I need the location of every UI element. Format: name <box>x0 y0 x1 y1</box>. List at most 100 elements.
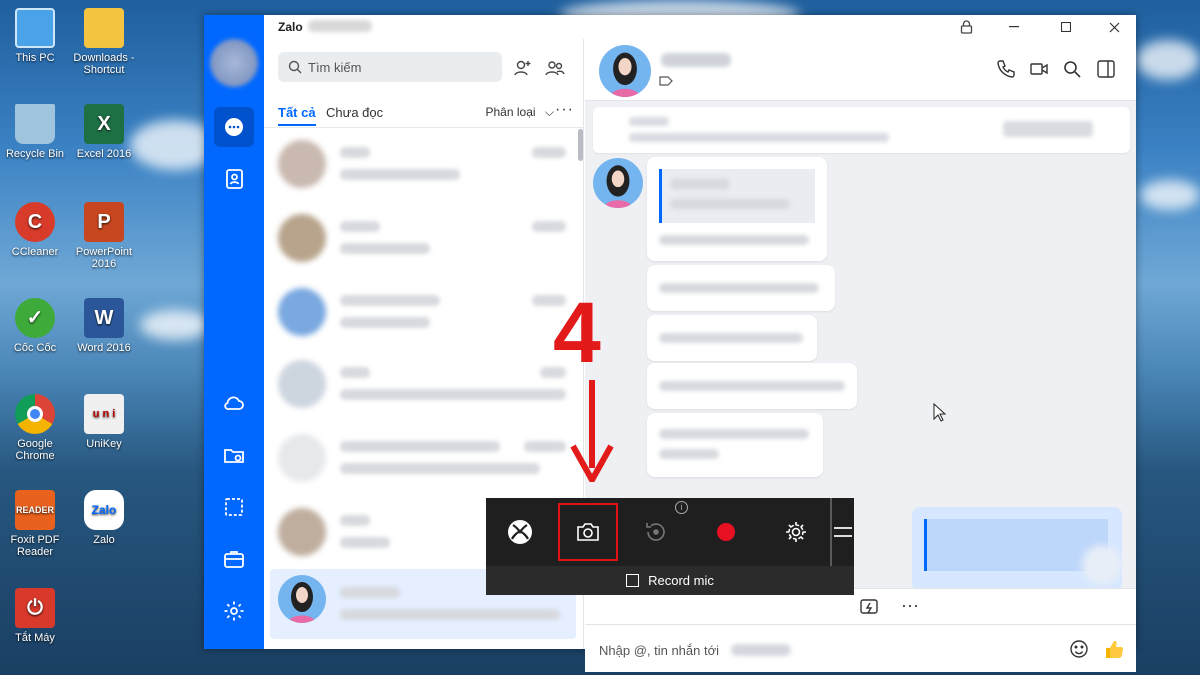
sender-avatar[interactable] <box>593 158 643 208</box>
conversation-item[interactable] <box>270 203 576 273</box>
avatar <box>278 575 326 623</box>
chevron-down-icon: ⌵ <box>544 105 554 119</box>
record-icon <box>717 523 735 541</box>
tab-unread[interactable]: Chưa đọc <box>326 105 383 120</box>
desktop-icon-label: Recycle Bin <box>5 148 65 160</box>
game-bar-capture-widget: i Record mic <box>486 498 854 595</box>
start-recording-button[interactable] <box>700 508 752 556</box>
recycle-bin-icon <box>15 104 55 144</box>
mouse-cursor-icon <box>933 403 947 422</box>
desktop-icon-label: Foxit PDF Reader <box>10 534 60 558</box>
desktop-icon-word[interactable]: W Word 2016 <box>71 298 137 354</box>
desktop-icon-powerpoint[interactable]: P PowerPoint 2016 <box>71 202 137 270</box>
emoji-icon[interactable] <box>1069 639 1089 659</box>
message-bubble[interactable] <box>647 265 835 311</box>
screenshot-button-highlight <box>558 503 618 561</box>
message-bubble[interactable] <box>647 363 857 409</box>
avatar <box>278 434 326 482</box>
account-name-blurred <box>308 20 372 32</box>
gear-icon <box>224 601 244 621</box>
desktop-icon-unikey[interactable]: u n i UniKey <box>71 394 137 450</box>
nav-messages[interactable] <box>214 107 254 147</box>
desktop-icon-downloads[interactable]: Downloads - Shortcut <box>71 8 137 76</box>
quoted-message <box>659 169 815 223</box>
search-input[interactable]: Tìm kiếm <box>278 52 502 82</box>
conversation-item[interactable] <box>270 423 576 493</box>
capture-icon <box>225 498 243 516</box>
desktop-icon-zalo[interactable]: Zalo Zalo <box>71 490 137 546</box>
thumbs-up-icon[interactable] <box>1103 638 1125 660</box>
desktop-icon-coccoc[interactable]: ✓ Cốc Cốc <box>2 298 68 354</box>
record-mic-option[interactable]: Record mic <box>486 566 854 595</box>
search-icon[interactable] <box>1062 59 1082 79</box>
computer-icon <box>15 8 55 48</box>
search-placeholder: Tìm kiếm <box>308 59 362 75</box>
record-mic-checkbox[interactable] <box>626 574 640 587</box>
avatar <box>278 288 326 336</box>
nav-cloud[interactable] <box>214 383 254 423</box>
avatar <box>278 214 326 262</box>
add-friend-icon[interactable] <box>512 57 534 79</box>
quick-message-icon[interactable] <box>859 598 879 618</box>
chrome-icon <box>15 394 55 434</box>
foxit-icon: READER <box>15 490 55 530</box>
sidebar-toggle-icon[interactable] <box>1096 59 1116 79</box>
desktop-icon-shutdown[interactable]: ⏻ Tắt Máy <box>2 588 68 644</box>
title-bar: Zalo <box>264 15 1136 39</box>
more-tools-icon[interactable]: ··· <box>901 595 919 616</box>
minimize-button[interactable] <box>996 15 1032 39</box>
lock-icon[interactable] <box>948 15 984 39</box>
desktop-icon-recycle-bin[interactable]: Recycle Bin <box>2 104 68 160</box>
video-call-icon[interactable] <box>1029 59 1049 79</box>
maximize-button[interactable] <box>1048 15 1084 39</box>
composer-placeholder: Nhập @, tin nhắn tới <box>599 643 720 658</box>
phone-icon[interactable] <box>996 59 1016 79</box>
xbox-button[interactable] <box>494 508 546 556</box>
power-icon: ⏻ <box>15 588 55 628</box>
message-bubble[interactable] <box>647 413 823 477</box>
record-last-30s-button[interactable] <box>630 508 682 556</box>
message-bubble[interactable] <box>647 315 817 361</box>
tag-icon[interactable] <box>659 75 673 87</box>
capture-controls: i <box>486 498 831 566</box>
classify-dropdown[interactable]: Phân loại ⌵ <box>486 105 555 120</box>
drag-handle[interactable] <box>834 527 852 537</box>
nav-toolbox[interactable] <box>214 539 254 579</box>
tab-all[interactable]: Tất cả <box>278 105 316 126</box>
desktop-icon-this-pc[interactable]: This PC <box>2 8 68 64</box>
avatar[interactable] <box>210 39 258 87</box>
desktop-icon-ccleaner[interactable]: C CCleaner <box>2 202 68 258</box>
message-composer[interactable]: Nhập @, tin nhắn tới <box>585 624 1136 672</box>
desktop-icon-label: Cốc Cốc <box>13 342 57 354</box>
zalo-icon: Zalo <box>84 490 124 530</box>
desktop-icon-foxit[interactable]: READER Foxit PDF Reader <box>2 490 68 558</box>
nav-files[interactable] <box>214 435 254 475</box>
arrow-down-icon <box>570 380 614 482</box>
info-icon[interactable]: i <box>675 501 688 514</box>
close-button[interactable] <box>1096 15 1132 39</box>
desktop-icon-label: CCleaner <box>11 246 59 258</box>
outgoing-message-bubble[interactable] <box>912 507 1122 591</box>
capture-settings-button[interactable] <box>770 508 822 556</box>
nav-settings[interactable] <box>214 591 254 631</box>
contacts-icon <box>226 169 243 189</box>
briefcase-icon <box>224 551 244 568</box>
more-options-icon[interactable]: ··· <box>555 101 574 119</box>
powerpoint-icon: P <box>84 202 124 242</box>
nav-screenshot[interactable] <box>214 487 254 527</box>
nav-contacts[interactable] <box>214 159 254 199</box>
classify-label: Phân loại <box>485 105 536 119</box>
conversation-item[interactable] <box>270 277 576 347</box>
folder-sync-icon <box>224 449 244 463</box>
desktop-icon-label: Zalo <box>93 534 115 546</box>
scrollbar[interactable] <box>578 129 583 161</box>
contact-avatar[interactable] <box>599 45 651 97</box>
desktop-icon-label: PowerPoint 2016 <box>75 246 133 270</box>
conversation-item[interactable] <box>270 129 576 199</box>
desktop-icon-excel[interactable]: X Excel 2016 <box>71 104 137 160</box>
message-bubble[interactable] <box>647 157 827 261</box>
create-group-icon[interactable] <box>544 57 566 79</box>
conversation-item[interactable] <box>270 349 576 419</box>
pinned-message-bar[interactable] <box>593 107 1130 153</box>
desktop-icon-chrome[interactable]: Google Chrome <box>2 394 68 462</box>
